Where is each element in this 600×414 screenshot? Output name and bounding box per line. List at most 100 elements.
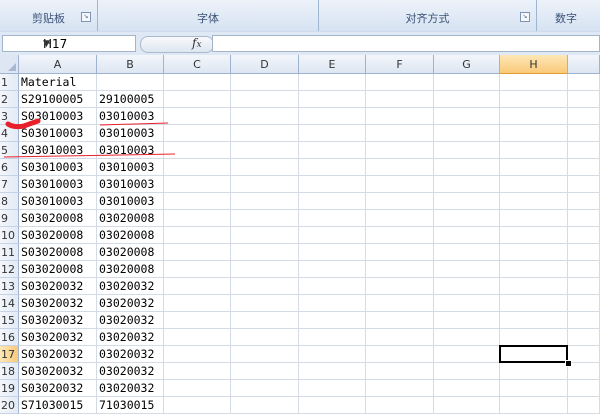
cell[interactable] <box>434 74 500 91</box>
cell[interactable] <box>434 295 500 312</box>
cell[interactable] <box>500 227 568 244</box>
cell[interactable] <box>500 244 568 261</box>
cell[interactable]: 03010003 <box>97 159 164 176</box>
cell[interactable] <box>434 159 500 176</box>
cell[interactable] <box>500 278 568 295</box>
cell[interactable] <box>568 363 600 380</box>
cell[interactable] <box>500 312 568 329</box>
column-header-b[interactable]: B <box>97 55 164 74</box>
cell[interactable] <box>500 295 568 312</box>
cell[interactable] <box>164 159 231 176</box>
cell[interactable] <box>500 210 568 227</box>
cell[interactable] <box>164 125 231 142</box>
cell[interactable] <box>500 125 568 142</box>
cell[interactable] <box>231 380 299 397</box>
cell[interactable]: S03020032 <box>19 278 97 295</box>
cell[interactable]: S03010003 <box>19 193 97 210</box>
cell[interactable]: S03020032 <box>19 329 97 346</box>
cell[interactable]: 03020008 <box>97 244 164 261</box>
cell[interactable] <box>299 74 366 91</box>
column-header-a[interactable]: A <box>19 55 97 74</box>
cell[interactable]: S03020008 <box>19 261 97 278</box>
cell[interactable] <box>164 312 231 329</box>
cell[interactable] <box>568 176 600 193</box>
cell[interactable] <box>299 125 366 142</box>
cell[interactable] <box>299 363 366 380</box>
column-header-h[interactable]: H <box>500 55 568 74</box>
cell[interactable] <box>434 125 500 142</box>
row-header[interactable]: 4 <box>0 125 19 142</box>
row-header[interactable]: 9 <box>0 210 19 227</box>
row-header[interactable]: 1 <box>0 74 19 91</box>
cell[interactable] <box>299 261 366 278</box>
cell[interactable] <box>434 380 500 397</box>
cell[interactable] <box>164 329 231 346</box>
cell[interactable] <box>164 346 231 363</box>
cell[interactable] <box>366 193 434 210</box>
cell[interactable] <box>97 74 164 91</box>
cell[interactable] <box>299 159 366 176</box>
column-header-e[interactable]: E <box>299 55 366 74</box>
cell[interactable]: 03020008 <box>97 210 164 227</box>
cell[interactable] <box>164 210 231 227</box>
row-header[interactable]: 18 <box>0 363 19 380</box>
cell[interactable] <box>366 380 434 397</box>
cell[interactable] <box>434 210 500 227</box>
cell[interactable] <box>568 91 600 108</box>
cell[interactable] <box>366 329 434 346</box>
cell[interactable] <box>299 346 366 363</box>
cell[interactable]: Material <box>19 74 97 91</box>
cell[interactable] <box>434 91 500 108</box>
cell[interactable] <box>299 176 366 193</box>
cell[interactable] <box>231 159 299 176</box>
cell[interactable] <box>231 74 299 91</box>
cell[interactable] <box>568 125 600 142</box>
cell[interactable] <box>231 227 299 244</box>
cell[interactable] <box>568 295 600 312</box>
cell[interactable] <box>231 108 299 125</box>
cell[interactable]: 03010003 <box>97 125 164 142</box>
cell[interactable] <box>500 91 568 108</box>
cell[interactable] <box>231 125 299 142</box>
cell[interactable] <box>568 380 600 397</box>
cell[interactable] <box>366 278 434 295</box>
cell[interactable]: S03010003 <box>19 108 97 125</box>
row-header[interactable]: 16 <box>0 329 19 346</box>
cell[interactable] <box>231 193 299 210</box>
cell[interactable] <box>299 295 366 312</box>
cell[interactable] <box>299 91 366 108</box>
cell[interactable]: S03010003 <box>19 159 97 176</box>
column-header-g[interactable]: G <box>434 55 500 74</box>
name-box[interactable]: H17 ▼ <box>2 35 136 52</box>
cell[interactable] <box>500 329 568 346</box>
fx-icon[interactable]: fx <box>192 36 202 50</box>
cell[interactable] <box>299 227 366 244</box>
cell[interactable]: S03020032 <box>19 380 97 397</box>
cell[interactable] <box>366 108 434 125</box>
cell[interactable] <box>500 108 568 125</box>
cell[interactable]: 03020008 <box>97 227 164 244</box>
cell[interactable] <box>568 210 600 227</box>
cell[interactable] <box>434 261 500 278</box>
cell[interactable] <box>434 176 500 193</box>
cell[interactable]: S03020032 <box>19 295 97 312</box>
cell[interactable] <box>299 244 366 261</box>
cell[interactable] <box>366 176 434 193</box>
formula-bar-resize-handle[interactable] <box>140 36 214 53</box>
cell[interactable] <box>164 244 231 261</box>
cell[interactable] <box>299 329 366 346</box>
cell[interactable] <box>231 142 299 159</box>
cell[interactable]: S03020008 <box>19 210 97 227</box>
cell[interactable] <box>568 74 600 91</box>
column-header-i[interactable] <box>568 55 600 74</box>
cell[interactable] <box>231 278 299 295</box>
cell[interactable] <box>366 346 434 363</box>
cell[interactable] <box>231 346 299 363</box>
cell[interactable] <box>366 227 434 244</box>
cell[interactable] <box>231 329 299 346</box>
row-header[interactable]: 11 <box>0 244 19 261</box>
cell[interactable] <box>366 244 434 261</box>
cell[interactable] <box>500 142 568 159</box>
cell[interactable] <box>568 159 600 176</box>
cell[interactable] <box>500 363 568 380</box>
